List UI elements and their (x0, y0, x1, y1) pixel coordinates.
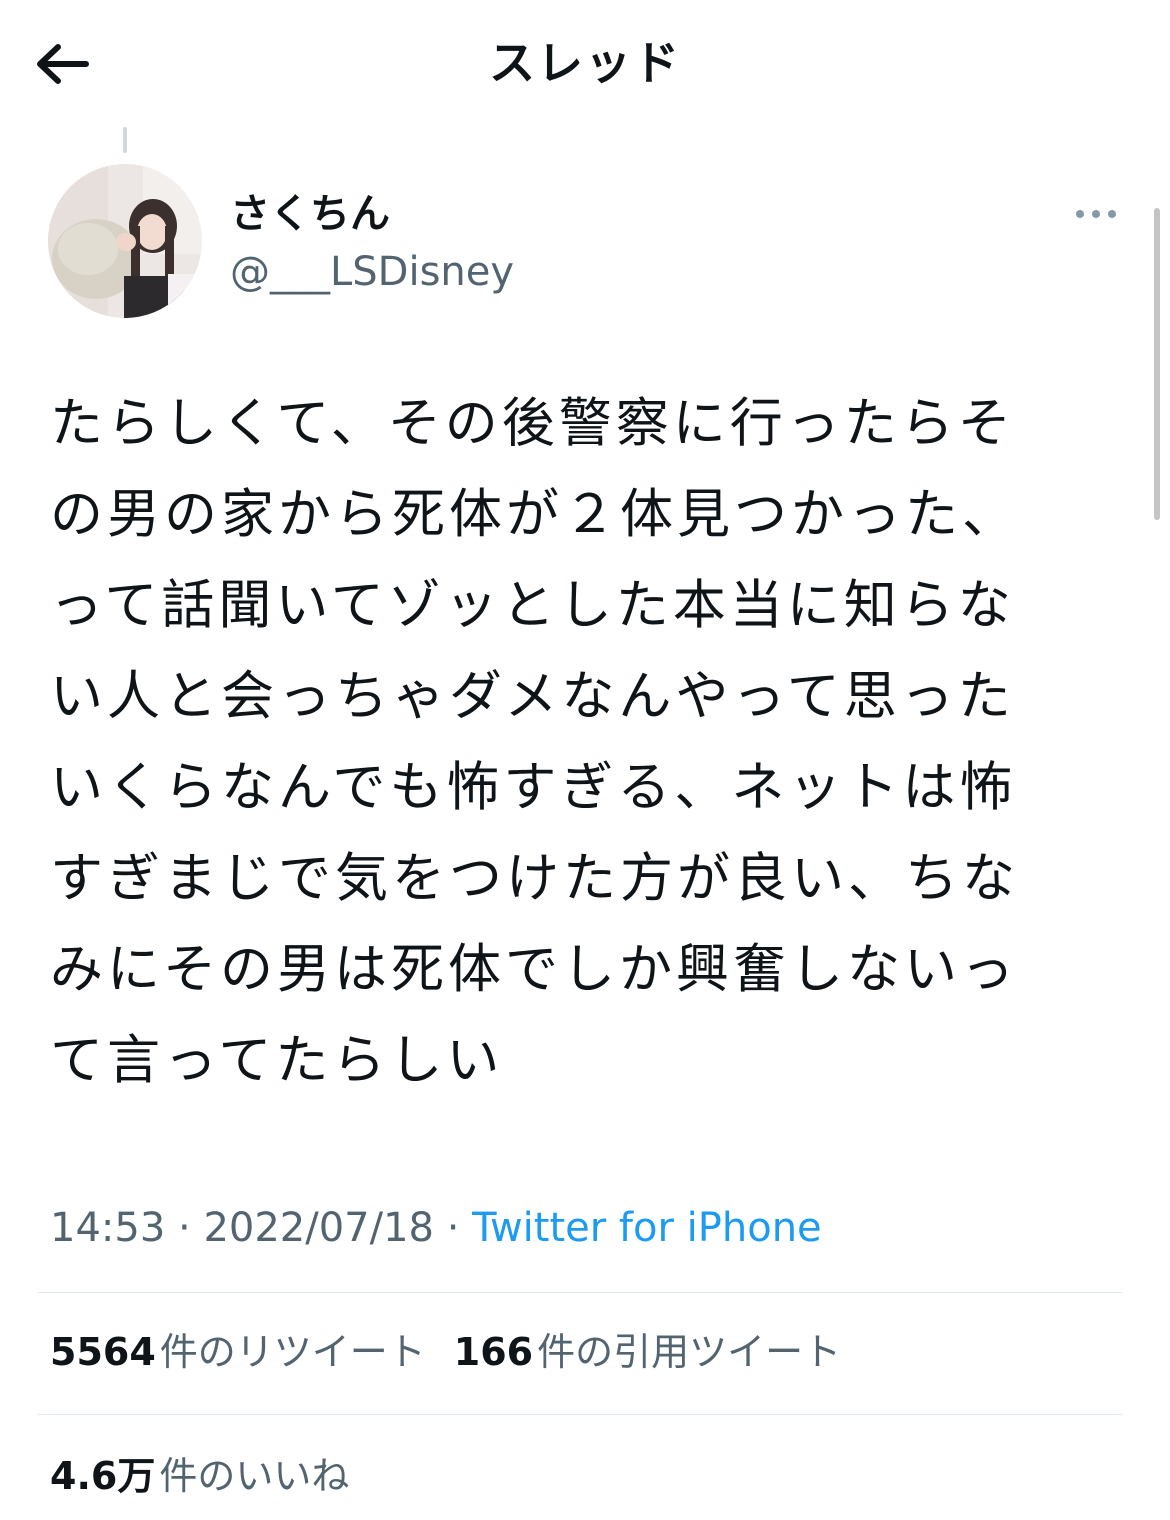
quotes-label: 件の引用ツイート (537, 1330, 842, 1374)
tweet-date[interactable]: 2022/07/18 (203, 1205, 434, 1251)
tweet-line: て言ってたらしい (50, 1030, 504, 1091)
more-options-button[interactable] (1066, 196, 1126, 232)
meta-separator: · (433, 1205, 473, 1251)
likes-label: 件のいいね (159, 1454, 350, 1498)
tweet-time[interactable]: 14:53 (50, 1205, 165, 1251)
user-display-name[interactable]: さくちん (230, 186, 390, 242)
tweet-line: いくらなんでも怖すぎる、ネットは怖 (50, 757, 1017, 818)
more-dots-icon (1076, 210, 1116, 218)
header-bar: スレッド (0, 0, 1170, 125)
tweet-line: い人と会っちゃダメなんやって思った (50, 666, 1015, 727)
retweets-stat[interactable]: 5564 件のリツイート (50, 1322, 426, 1382)
tweet-source-link[interactable]: Twitter for iPhone (472, 1205, 822, 1251)
thread-connector-line (123, 127, 127, 153)
retweets-label: 件のリツイート (159, 1330, 426, 1374)
page-title: スレッド (489, 36, 681, 90)
tweet-line: の男の家から死体が２体見つかった、 (50, 484, 1019, 545)
tweet-line: たらしくて、その後警察に行ったらそ (50, 393, 1015, 454)
retweets-count: 5564 (50, 1330, 156, 1374)
divider (38, 1414, 1122, 1415)
tweet-meta: 14:53 · 2022/07/18 · Twitter for iPhone (50, 1198, 822, 1258)
divider (38, 1292, 1122, 1293)
stats-row-likes: 4.6万 件のいいね (50, 1446, 377, 1506)
likes-stat[interactable]: 4.6万 件のいいね (50, 1446, 349, 1506)
avatar[interactable] (48, 164, 202, 318)
tweet-line: って話聞いてゾッとした本当に知らな (50, 575, 1015, 636)
stats-row-shares: 5564 件のリツイート 166 件の引用ツイート (50, 1322, 869, 1382)
meta-separator: · (165, 1205, 204, 1251)
quotes-stat[interactable]: 166 件の引用ツイート (454, 1322, 841, 1382)
avatar-image (48, 164, 202, 318)
tweet-line: みにその男は死体でしか興奮しないっ (50, 939, 1018, 1000)
scrollbar[interactable] (1154, 208, 1160, 520)
likes-count: 4.6万 (50, 1454, 156, 1498)
user-handle[interactable]: @___LSDisney (230, 244, 514, 300)
quotes-count: 166 (453, 1330, 534, 1374)
tweet-line: すぎまじで気をつけた方が良い、ちな (50, 848, 1019, 909)
tweet-text: たらしくて、その後警察に行ったらそ の男の家から死体が２体見つかった、 って話聞いて… (50, 378, 1120, 1106)
